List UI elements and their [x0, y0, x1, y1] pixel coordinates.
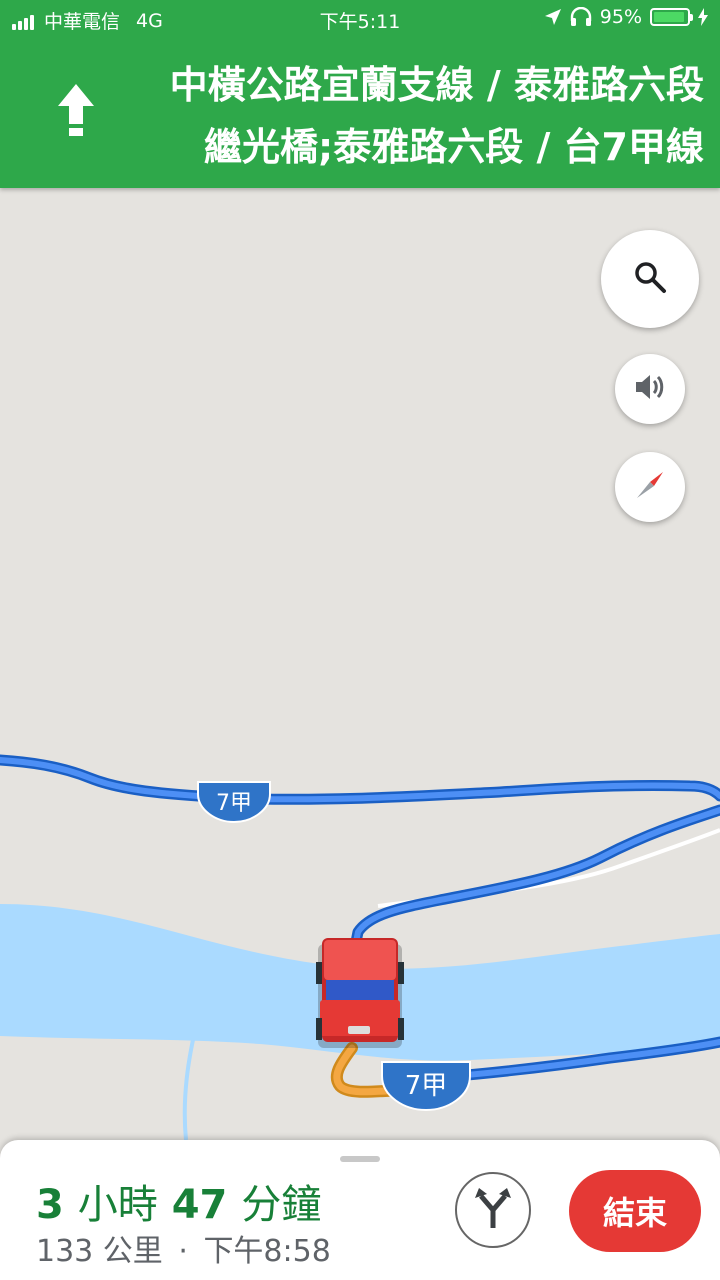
search-icon — [633, 260, 667, 298]
alternate-routes-icon — [473, 1186, 513, 1234]
instruction-line-1: 中橫公路宜蘭支線 / 泰雅路六段 — [169, 63, 704, 107]
end-navigation-button[interactable]: 結束 — [569, 1170, 701, 1252]
arrival-time: 下午8:58 — [203, 1234, 331, 1269]
trip-details: 133 公里 · 下午8:58 — [36, 1226, 331, 1270]
search-button[interactable] — [601, 230, 699, 328]
speaker-icon — [633, 372, 667, 406]
eta-hours-unit: 小時 — [77, 1182, 158, 1228]
eta-minutes: 47 — [171, 1182, 228, 1228]
arrow-up-icon — [56, 82, 96, 138]
trip-summary-panel[interactable]: 3 小時 47 分鐘 133 公里 · 下午8:58 結束 — [0, 1140, 720, 1280]
drag-handle[interactable] — [340, 1156, 380, 1162]
eta-hours: 3 — [36, 1182, 64, 1228]
eta-duration: 3 小時 47 分鐘 — [36, 1172, 321, 1230]
turn-instruction: 中橫公路宜蘭支線 / 泰雅路六段 繼光橋;泰雅路六段 / 台7甲線 — [170, 54, 704, 178]
alternate-routes-button[interactable] — [455, 1172, 531, 1248]
instruction-line-2: 繼光橋;泰雅路六段 / 台7甲線 — [204, 125, 704, 169]
compass-icon — [632, 467, 668, 507]
separator: · — [178, 1234, 188, 1269]
eta-minutes-unit: 分鐘 — [241, 1182, 322, 1228]
battery-icon — [650, 8, 693, 26]
trip-distance: 133 公里 — [36, 1234, 163, 1269]
route-shield-label: 7甲 — [216, 791, 252, 816]
sound-button[interactable] — [615, 354, 685, 424]
vehicle-icon — [316, 938, 404, 1048]
status-bar: 中華電信 4G 下午5:11 95% — [0, 0, 720, 38]
compass-button[interactable] — [615, 452, 685, 522]
location-arrow-icon — [544, 8, 562, 26]
headphones-icon — [570, 7, 592, 27]
battery-percent: 95% — [599, 6, 642, 28]
map-view[interactable]: 7甲 7甲 — [0, 188, 720, 1140]
route-shield-label: 7甲 — [405, 1071, 448, 1101]
navigation-header: 中華電信 4G 下午5:11 95% 中橫公路宜蘭支線 / 泰雅路六段 繼光橋;… — [0, 0, 720, 188]
charging-icon — [698, 8, 708, 26]
